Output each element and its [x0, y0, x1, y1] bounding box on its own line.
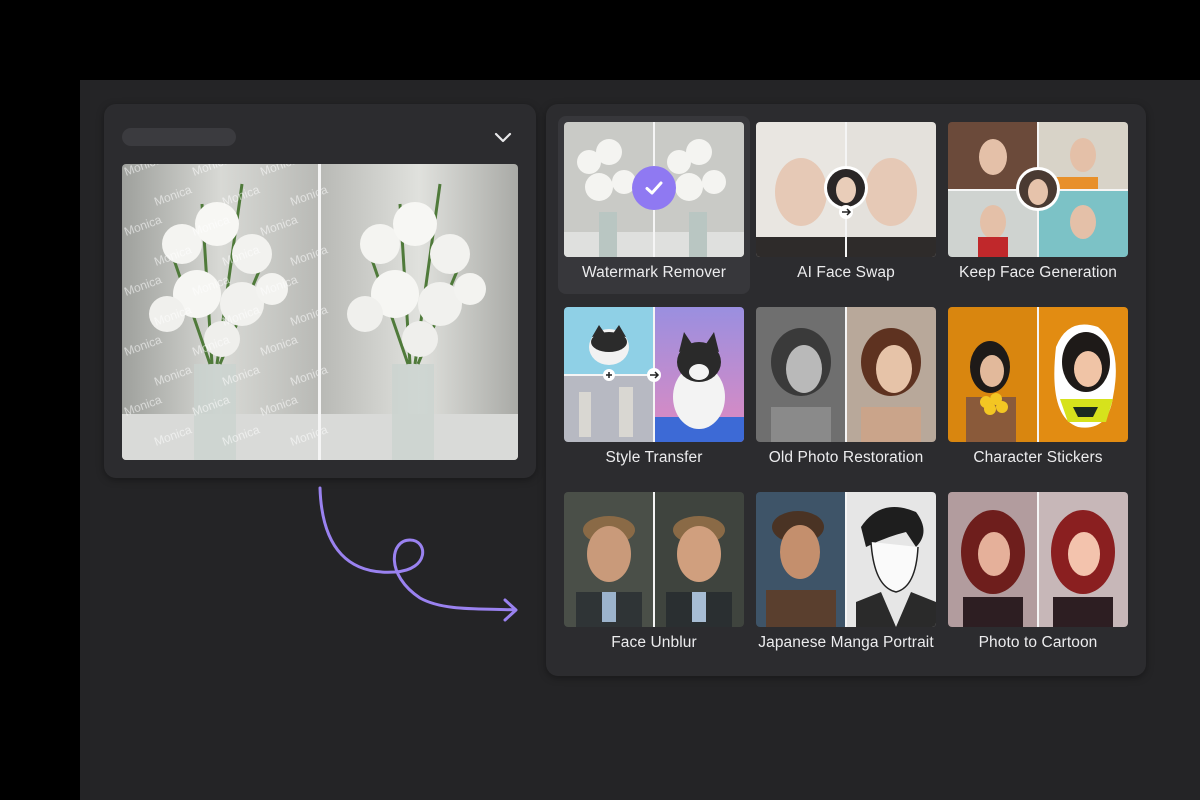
tool-label: Style Transfer — [605, 449, 703, 466]
check-icon — [632, 166, 676, 210]
tool-label: Keep Face Generation — [959, 264, 1117, 281]
tool-label: Face Unblur — [611, 634, 697, 651]
tool-face-unblur[interactable]: Face Unblur — [558, 486, 750, 664]
style-transfer-thumbnail — [564, 307, 744, 442]
tool-ai-face-swap[interactable]: AI Face Swap — [750, 116, 942, 294]
tool-style-transfer[interactable]: Style Transfer — [558, 301, 750, 479]
tool-label: Old Photo Restoration — [768, 449, 924, 466]
watermark-comparison-image: Monica Monica Monica Monica Monica Monica Moni… — [122, 164, 518, 460]
ai-face-swap-thumbnail — [756, 122, 936, 257]
tool-character-stickers[interactable]: Character Stickers — [942, 301, 1134, 479]
tool-photo-to-cartoon[interactable]: Photo to Cartoon — [942, 486, 1134, 664]
curved-arrow-icon — [318, 486, 518, 622]
tool-label: Watermark Remover — [581, 264, 727, 281]
tool-panel: Watermark Remover AI Face Swap Keep Face… — [546, 104, 1146, 676]
preview-title-placeholder — [122, 128, 236, 146]
tool-label: Character Stickers — [973, 449, 1103, 466]
tool-keep-face-generation[interactable]: Keep Face Generation — [942, 116, 1134, 294]
character-stickers-thumbnail — [948, 307, 1128, 442]
chevron-down-icon[interactable] — [490, 124, 516, 150]
tool-label: Photo to Cartoon — [978, 634, 1098, 651]
tool-japanese-manga-portrait[interactable]: Japanese Manga Portrait — [750, 486, 942, 664]
japanese-manga-portrait-thumbnail — [756, 492, 936, 627]
face-unblur-thumbnail — [564, 492, 744, 627]
watermark-remover-thumbnail — [564, 122, 744, 257]
photo-to-cartoon-thumbnail — [948, 492, 1128, 627]
tool-label: Japanese Manga Portrait — [758, 634, 934, 651]
preview-card: Monica Monica Monica Monica Monica Monica Moni… — [104, 104, 536, 478]
keep-face-generation-thumbnail — [948, 122, 1128, 257]
old-photo-restoration-thumbnail — [756, 307, 936, 442]
tool-old-photo-restoration[interactable]: Old Photo Restoration — [750, 301, 942, 479]
tool-watermark-remover[interactable]: Watermark Remover — [558, 116, 750, 294]
tool-label: AI Face Swap — [797, 264, 895, 281]
